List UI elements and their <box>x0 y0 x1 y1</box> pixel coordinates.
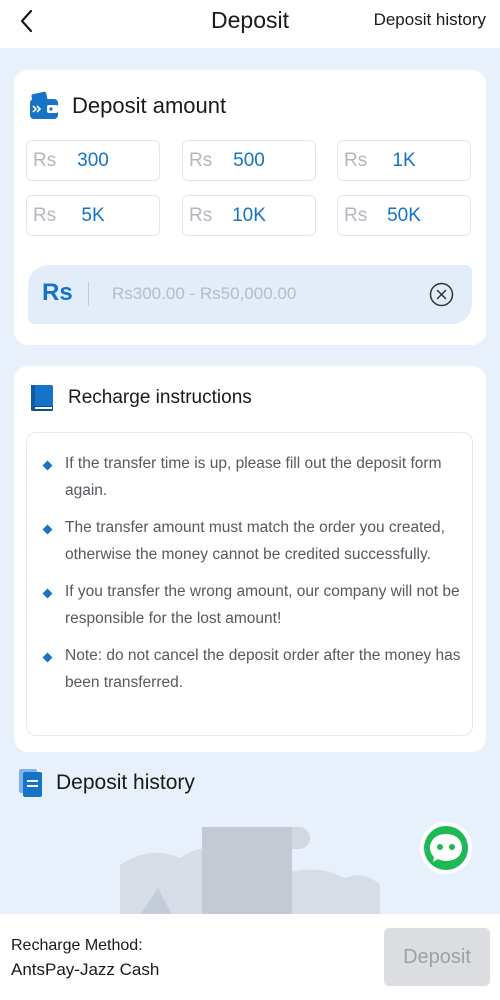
instruction-text: If you transfer the wrong amount, our co… <box>65 583 460 627</box>
amount-preset-1k[interactable]: Rs 1K <box>337 140 471 181</box>
deposit-history-title: Deposit history <box>56 771 195 794</box>
deposit-history-header: Deposit history <box>18 768 195 798</box>
empty-state-illustration <box>120 827 380 915</box>
bullet-icon <box>42 460 53 471</box>
instructions-header: Recharge instructions <box>28 383 252 413</box>
amount-preset-50k[interactable]: Rs 50K <box>337 195 471 236</box>
preset-value: 10K <box>232 205 266 226</box>
amount-input[interactable] <box>112 277 412 311</box>
preset-value: 1K <box>392 150 416 171</box>
deposit-history-link[interactable]: Deposit history <box>374 10 486 30</box>
preset-value: 5K <box>81 205 105 226</box>
chat-support-icon[interactable] <box>419 821 473 875</box>
recharge-method-label: Recharge Method: <box>11 937 143 954</box>
bullet-icon <box>42 652 53 663</box>
bullet-icon <box>42 524 53 535</box>
instruction-text: If the transfer time is up, please fill … <box>65 455 442 499</box>
amount-preset-10k[interactable]: Rs 10K <box>182 195 316 236</box>
divider <box>88 282 89 306</box>
footer-bar: Recharge Method: AntsPay-Jazz Cash Depos… <box>0 914 500 1000</box>
preset-value: 500 <box>233 150 265 171</box>
instructions-list: If the transfer time is up, please fill … <box>26 432 473 736</box>
amount-preset-500[interactable]: Rs 500 <box>182 140 316 181</box>
amount-input-box: Rs <box>28 265 472 324</box>
document-icon <box>19 769 42 797</box>
instruction-text: Note: do not cancel the deposit order af… <box>65 647 461 691</box>
deposit-amount-card: Deposit amount Rs 300 Rs 500 Rs 1K Rs 5K… <box>14 70 486 345</box>
deposit-amount-title: Deposit amount <box>72 93 227 118</box>
amount-prefix: Rs <box>42 279 73 306</box>
bullet-icon <box>42 588 53 599</box>
preset-value: 300 <box>77 150 109 171</box>
amount-preset-5k[interactable]: Rs 5K <box>26 195 160 236</box>
instruction-text: The transfer amount must match the order… <box>65 519 445 563</box>
recharge-instructions-card: Recharge instructions If the transfer ti… <box>14 366 486 752</box>
deposit-amount-header: Deposit amount <box>28 90 226 122</box>
wallet-icon <box>30 91 58 119</box>
clear-icon[interactable] <box>429 282 454 307</box>
book-icon <box>31 385 53 411</box>
preset-value: 50K <box>387 205 421 226</box>
instructions-title: Recharge instructions <box>68 387 252 408</box>
deposit-button[interactable]: Deposit <box>384 928 490 986</box>
header-bar: Deposit Deposit history <box>0 0 500 48</box>
recharge-method-value: AntsPay-Jazz Cash <box>11 960 160 979</box>
amount-preset-300[interactable]: Rs 300 <box>26 140 160 181</box>
